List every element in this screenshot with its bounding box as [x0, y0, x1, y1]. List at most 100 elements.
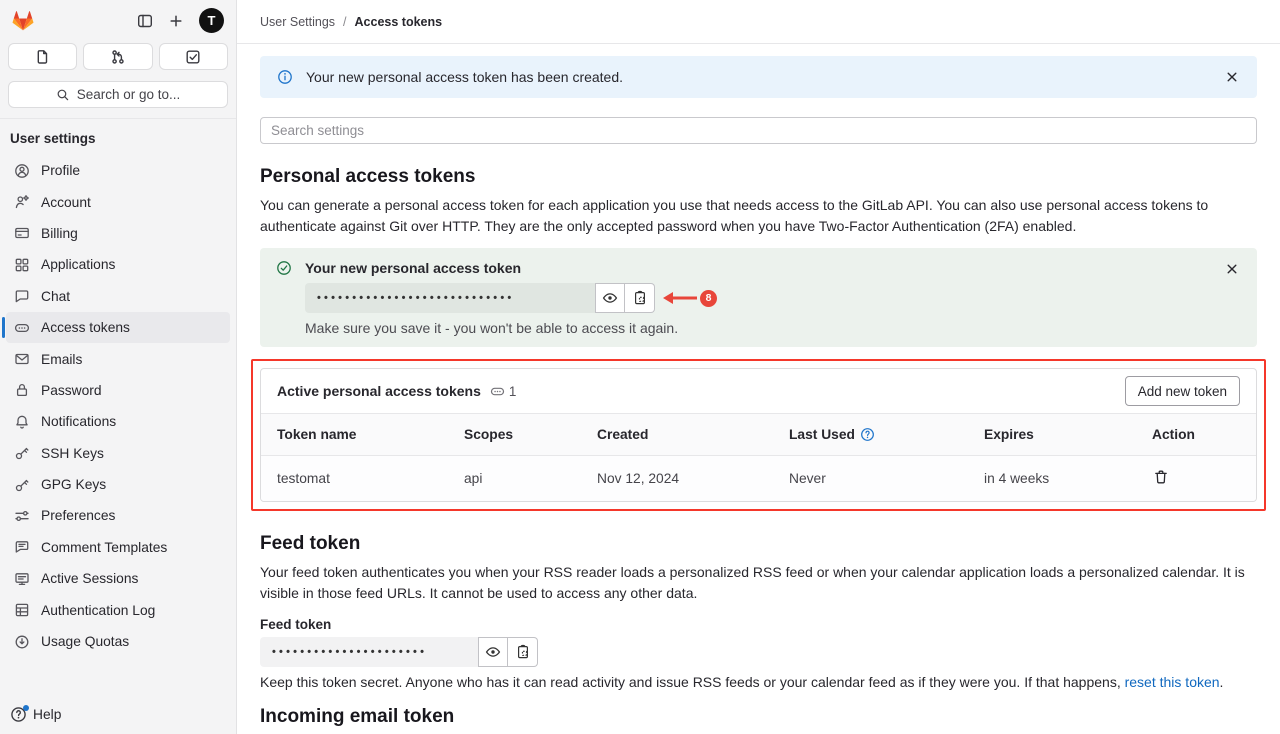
active-tokens-header: Active personal access tokens 1 Add new …	[261, 369, 1256, 413]
pat-title: Personal access tokens	[260, 165, 1257, 189]
tokens-table: Token name Scopes Created Last Used	[261, 413, 1256, 501]
grid-icon	[14, 257, 30, 273]
new-plus-icon[interactable]	[168, 13, 184, 29]
cell-scopes: api	[448, 456, 581, 502]
pat-description: You can generate a personal access token…	[260, 195, 1257, 237]
breadcrumb-user-settings[interactable]: User Settings	[260, 15, 335, 29]
col-expires: Expires	[968, 414, 1136, 456]
lock-icon	[14, 382, 30, 398]
user-gear-icon	[14, 194, 30, 210]
search-icon	[56, 88, 70, 102]
breadcrumb-separator: /	[343, 15, 346, 29]
feed-token-title: Feed token	[260, 532, 1257, 556]
todos-shortcut-button[interactable]	[159, 43, 228, 70]
new-token-title: Your new personal access token	[305, 260, 521, 276]
gauge-icon	[14, 634, 30, 650]
settings-content: Your new personal access token has been …	[237, 44, 1280, 729]
col-token-name: Token name	[261, 414, 448, 456]
user-circle-icon	[14, 163, 30, 179]
sidebar-item-account[interactable]: Account	[6, 186, 230, 217]
chat-bubble-icon	[14, 288, 30, 304]
cell-created: Nov 12, 2024	[581, 456, 773, 502]
close-icon[interactable]	[1224, 261, 1240, 277]
sidebar-item-label: Chat	[41, 289, 70, 304]
sidebar-item-preferences[interactable]: Preferences	[6, 500, 230, 531]
bell-icon	[14, 414, 30, 430]
sidebar-item-label: Access tokens	[41, 320, 130, 335]
search-or-goto-label: Search or go to...	[77, 87, 181, 102]
sidebar-item-ssh-keys[interactable]: SSH Keys	[6, 438, 230, 469]
close-icon[interactable]	[1224, 69, 1240, 85]
sidebar-item-notifications[interactable]: Notifications	[6, 406, 230, 437]
sidebar-item-emails[interactable]: Emails	[6, 343, 230, 374]
issues-shortcut-button[interactable]	[8, 43, 77, 70]
feed-token-note-period: .	[1220, 674, 1224, 690]
sidebar-item-label: SSH Keys	[41, 446, 104, 461]
col-last-used: Last Used	[773, 414, 968, 456]
help-question-icon[interactable]	[860, 427, 875, 442]
revoke-token-button[interactable]	[1152, 469, 1170, 487]
reset-feed-token-link[interactable]: reset this token	[1125, 674, 1220, 690]
red-arrow-icon	[661, 291, 699, 305]
sidebar-item-access-tokens[interactable]: Access tokens	[6, 312, 230, 343]
sidebar-shortcuts	[0, 39, 236, 76]
copy-token-button[interactable]	[625, 283, 655, 313]
active-tokens-count: 1	[490, 384, 517, 399]
comment-lines-icon	[14, 539, 30, 555]
sidebar-topbar: T	[0, 0, 236, 39]
sidebar-item-comment-templates[interactable]: Comment Templates	[6, 532, 230, 563]
sidebar-item-label: Billing	[41, 226, 78, 241]
copy-feed-token-button[interactable]	[508, 637, 538, 667]
sidebar-toggle-icon[interactable]	[137, 13, 153, 29]
sidebar-item-active-sessions[interactable]: Active Sessions	[6, 563, 230, 594]
new-token-value-field[interactable]: ••••••••••••••••••••••••••••	[305, 283, 595, 313]
breadcrumb: User Settings / Access tokens	[237, 0, 1280, 44]
reveal-token-button[interactable]	[595, 283, 625, 313]
sidebar-item-label: Emails	[41, 352, 82, 367]
sidebar-item-label: Preferences	[41, 508, 115, 523]
annotation-rectangle: Active personal access tokens 1 Add new …	[251, 359, 1266, 511]
search-or-goto[interactable]: Search or go to...	[8, 81, 228, 108]
feed-token-value-field[interactable]: ••••••••••••••••••••••	[260, 637, 478, 667]
notification-dot	[23, 705, 29, 711]
sidebar-item-password[interactable]: Password	[6, 375, 230, 406]
key-icon	[14, 477, 30, 493]
new-token-header: Your new personal access token	[276, 260, 1241, 276]
tokens-table-header-row: Token name Scopes Created Last Used	[261, 414, 1256, 456]
sidebar-item-gpg-keys[interactable]: GPG Keys	[6, 469, 230, 500]
check-circle-icon	[276, 260, 292, 276]
feed-token-label: Feed token	[260, 617, 1257, 632]
annotation-step-badge: 8	[700, 290, 717, 307]
key-icon	[14, 445, 30, 461]
sidebar-item-applications[interactable]: Applications	[6, 249, 230, 280]
cell-action	[1136, 456, 1256, 502]
sidebar-item-label: Active Sessions	[41, 571, 138, 586]
help-label: Help	[33, 707, 61, 722]
issues-icon	[35, 49, 51, 65]
col-scopes: Scopes	[448, 414, 581, 456]
copy-clipboard-icon	[632, 290, 648, 306]
add-new-token-button[interactable]: Add new token	[1125, 376, 1240, 406]
sidebar-item-authentication-log[interactable]: Authentication Log	[6, 594, 230, 625]
sidebar-item-label: Password	[41, 383, 102, 398]
log-table-icon	[14, 602, 30, 618]
table-row: testomat api Nov 12, 2024 Never in 4 wee…	[261, 456, 1256, 502]
help-button[interactable]: Help	[0, 695, 236, 734]
merge-request-icon	[110, 49, 126, 65]
sidebar-item-billing[interactable]: Billing	[6, 218, 230, 249]
sidebar-item-usage-quotas[interactable]: Usage Quotas	[6, 626, 230, 657]
info-icon	[277, 69, 293, 85]
trash-icon	[1153, 469, 1169, 485]
sidebar-item-chat[interactable]: Chat	[6, 281, 230, 312]
settings-search	[260, 117, 1257, 144]
settings-search-input[interactable]	[260, 117, 1257, 144]
active-tokens-count-value: 1	[509, 384, 517, 399]
merge-requests-shortcut-button[interactable]	[83, 43, 152, 70]
sidebar-item-profile[interactable]: Profile	[6, 155, 230, 186]
reveal-feed-token-button[interactable]	[478, 637, 508, 667]
sliders-icon	[14, 508, 30, 524]
feed-token-row: ••••••••••••••••••••••	[260, 637, 1257, 667]
avatar[interactable]: T	[199, 8, 224, 33]
gitlab-logo-icon[interactable]	[10, 8, 36, 33]
cell-token-name: testomat	[261, 456, 448, 502]
